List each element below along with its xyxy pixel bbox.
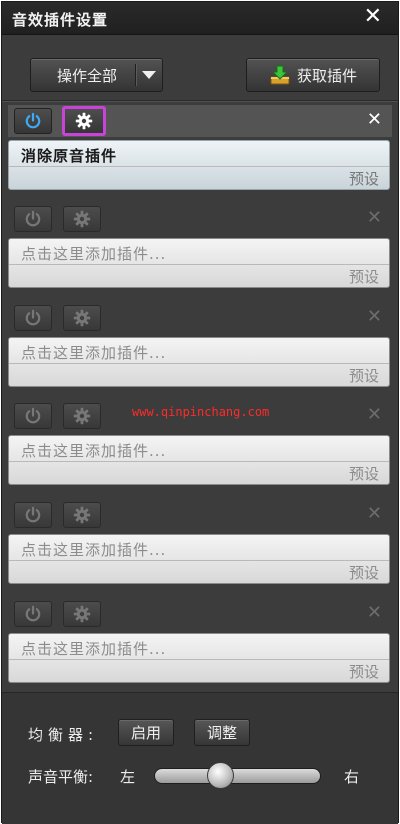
divider [9,166,389,167]
slot-controls: ✕ [8,499,392,531]
plugin-name: 点击这里添加插件... [21,442,167,460]
balance-slider-track[interactable] [154,768,321,784]
title-bar: 音效插件设置 ✕ [2,2,398,35]
gear-icon [73,309,91,327]
remove-plugin-button[interactable]: ✕ [367,503,382,524]
preset-button[interactable]: 预设 [349,463,379,484]
window-title: 音效插件设置 [12,11,109,29]
bottom-controls: 均衡器: 启用 调整 声音平衡: 左 右 [2,692,398,824]
slot-controls: ✕ [8,203,392,235]
equalizer-enable-button[interactable]: 启用 [118,719,174,746]
plugin-slot: ✕ 点击这里添加插件... 预设 [8,203,392,291]
power-button[interactable] [14,305,52,331]
gear-icon [73,407,91,425]
settings-button[interactable] [62,106,106,136]
power-icon [25,605,41,622]
power-icon [25,210,41,227]
plugin-settings-window: 音效插件设置 ✕ 操作全部 获取插件 ✕ 消除原音插件 预设 ✕ 点击这里添加插… [1,1,399,824]
plugin-name: 消除原音插件 [21,147,118,165]
divider [2,100,398,102]
plugin-box[interactable]: 点击这里添加插件... 预设 [8,435,390,485]
plugin-slot: ✕ 消除原音插件 预设 [8,105,392,193]
gear-icon [75,112,93,130]
remove-plugin-button[interactable]: ✕ [367,306,382,327]
plugin-name: 点击这里添加插件... [21,245,167,263]
slot-controls: ✕ [8,302,392,334]
power-button[interactable] [14,601,52,627]
plugin-slot: ✕ 点击这里添加插件... 预设 [8,598,392,686]
operate-all-label: 操作全部 [56,66,117,85]
divider [9,560,389,561]
plugin-slot: ✕ 点击这里添加插件... 预设 [8,499,392,587]
gear-icon [73,605,91,623]
power-button[interactable] [14,206,52,232]
preset-button[interactable]: 预设 [349,562,379,583]
settings-button[interactable] [63,601,101,627]
power-icon [25,506,41,523]
plugin-name: 点击这里添加插件... [21,344,167,362]
settings-button[interactable] [63,403,101,429]
slot-controls: ✕ [8,598,392,630]
remove-plugin-button[interactable]: ✕ [367,109,382,130]
power-button[interactable] [14,108,52,134]
plugin-name: 点击这里添加插件... [21,640,167,658]
remove-plugin-button[interactable]: ✕ [367,602,382,623]
plugin-name: 点击这里添加插件... [21,541,167,559]
divider [9,363,389,364]
power-icon [25,309,41,326]
close-window-button[interactable]: ✕ [364,6,382,28]
plugin-box[interactable]: 点击这里添加插件... 预设 [8,238,390,288]
plugin-slot: ✕ 点击这里添加插件... 预设 [8,302,392,390]
preset-button[interactable]: 预设 [349,365,379,386]
power-button[interactable] [14,403,52,429]
equalizer-label: 均衡器: [28,726,99,744]
balance-left-label: 左 [120,768,136,786]
settings-button[interactable] [63,206,101,232]
get-plugins-button[interactable]: 获取插件 [246,58,380,92]
balance-right-label: 右 [344,768,360,786]
download-icon [270,65,290,85]
slot-controls: ✕ [8,105,392,137]
chevron-down-icon[interactable] [136,71,162,79]
preset-button[interactable]: 预设 [349,266,379,287]
settings-button[interactable] [63,502,101,528]
watermark: www.qinpinchang.com [132,405,270,419]
balance-slider-thumb[interactable] [207,762,235,789]
plugin-box[interactable]: 点击这里添加插件... 预设 [8,337,390,387]
plugin-box[interactable]: 点击这里添加插件... 预设 [8,633,390,683]
plugin-box[interactable]: 点击这里添加插件... 预设 [8,534,390,584]
settings-button[interactable] [63,305,101,331]
preset-button[interactable]: 预设 [349,661,379,682]
divider [9,264,389,265]
power-icon [25,112,41,129]
preset-button[interactable]: 预设 [349,168,379,189]
power-button[interactable] [14,502,52,528]
remove-plugin-button[interactable]: ✕ [367,404,382,425]
divider [9,461,389,462]
remove-plugin-button[interactable]: ✕ [367,207,382,228]
operate-all-dropdown[interactable]: 操作全部 [30,58,163,92]
gear-icon [73,506,91,524]
balance-label: 声音平衡: [28,768,94,786]
gear-icon [73,210,91,228]
plugin-box[interactable]: 消除原音插件 预设 [8,140,390,190]
power-icon [25,407,41,424]
divider [9,659,389,660]
equalizer-adjust-button[interactable]: 调整 [194,719,250,746]
get-plugins-label: 获取插件 [296,66,357,85]
